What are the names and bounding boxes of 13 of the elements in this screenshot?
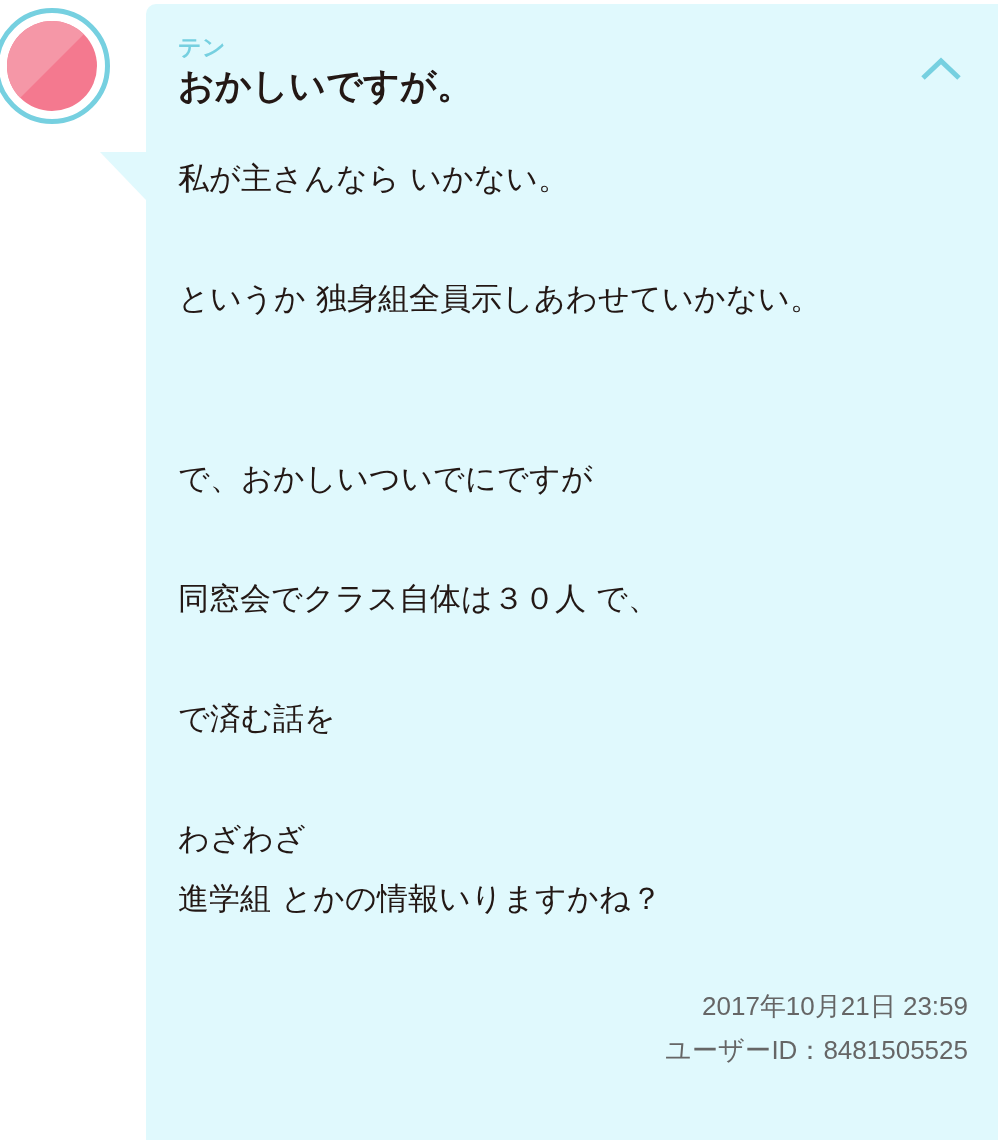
chevron-icon — [920, 56, 962, 82]
comment-line: 同窓会でクラス自体は３０人 で、 — [178, 579, 659, 618]
user-id: ユーザーID：8481505525 — [665, 1034, 968, 1067]
comment-line: 私が主さんなら いかない。 — [178, 159, 569, 198]
comment-line: で、おかしいついでにですが — [178, 459, 593, 498]
comment-line: わざわざ — [178, 819, 306, 858]
post-date: 2017年10月21日 23:59 — [702, 990, 968, 1023]
comment-title: おかしいですが。 — [178, 64, 473, 108]
author-name: テン — [178, 33, 227, 62]
comment-line: で済む話を — [178, 699, 336, 738]
comment-line: というか 独身組全員示しあわせていかない。 — [178, 279, 821, 318]
comment-line: 進学組 とかの情報いりますかね？ — [178, 879, 662, 918]
collapse-button[interactable] — [920, 56, 962, 82]
